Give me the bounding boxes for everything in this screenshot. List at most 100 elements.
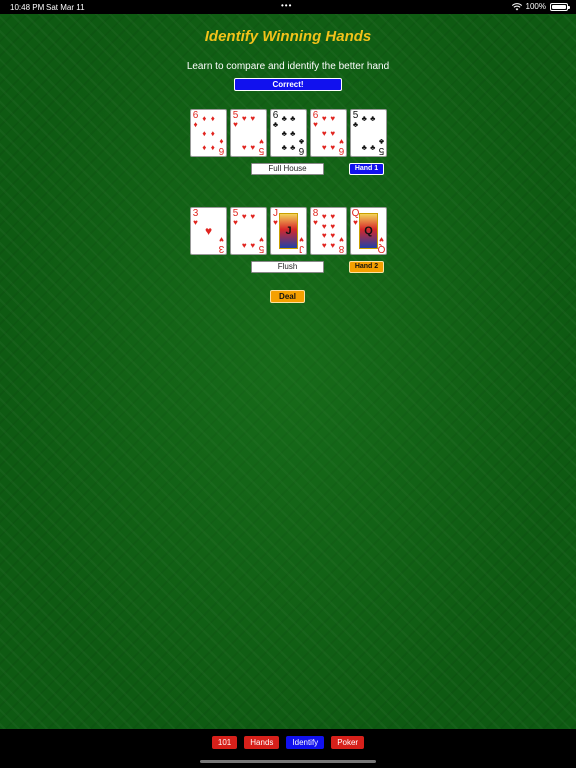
card-pip: ♥ — [241, 114, 247, 123]
hand-1-cards: 6 ♦ 6 ♦ ♦ ♦ ♦ ♦ ♦ ♦ 5 ♥ 5 ♥ ♥ ♥ ♥ ♥ 6 ♣ 6 ♣ ♣ ♣ ♣ ♣ ♣ ♣ 6 ♥ 6 ♥ ♥ ♥ ♥ ♥ ♥ ♥ 5 ♣… — [190, 109, 387, 157]
face-card-art: J — [279, 213, 298, 249]
card-corner: 6 ♦ — [191, 110, 200, 130]
card-suit: ♥ — [219, 235, 224, 244]
card-pip: ♥ — [321, 128, 327, 138]
card-pip: ♥ — [204, 223, 213, 238]
playing-card: 5 ♣ 5 ♣ ♣ ♣ ♣ ♣ — [350, 109, 387, 157]
card-pip: ♥ — [330, 212, 336, 221]
card-rank: 8 — [338, 243, 345, 254]
card-rank: 5 — [258, 243, 265, 254]
card-corner: Q ♥ — [377, 235, 386, 254]
card-pip: ♣ — [361, 114, 367, 123]
hand-2-button[interactable]: Hand 2 — [349, 261, 384, 273]
card-pip: ♣ — [290, 143, 296, 152]
status-bar: 10:48 PM Sat Mar 11 ••• 100% — [0, 0, 576, 14]
card-suit: ♣ — [352, 120, 359, 129]
tab-101[interactable]: 101 — [211, 736, 238, 749]
page-subtitle: Learn to compare and identify the better… — [186, 61, 390, 72]
card-pips: ♦ ♦ ♦ ♦ ♦ ♦ — [200, 114, 217, 152]
playing-card: J ♥ J ♥ J — [270, 207, 307, 255]
card-pips: ♣ ♣ ♣ ♣ — [360, 114, 377, 152]
card-pip: ♥ — [321, 240, 327, 250]
card-rank: J — [299, 243, 304, 254]
deal-button[interactable]: Deal — [270, 290, 305, 303]
card-rank: 8 — [312, 208, 319, 219]
card-rank: 6 — [192, 110, 199, 121]
card-pip: ♣ — [370, 114, 376, 123]
card-suit: ♥ — [233, 120, 238, 129]
status-time: 10:48 PM — [10, 3, 45, 12]
card-rank: 3 — [218, 243, 225, 254]
card-corner: J ♥ — [297, 235, 306, 254]
face-card-art: Q — [359, 213, 378, 249]
status-date: Sat Mar 11 — [46, 3, 85, 12]
status-right: 100% — [511, 2, 570, 11]
card-pip: ♥ — [321, 143, 327, 152]
card-rank: 6 — [338, 145, 345, 156]
card-pip: ♦ — [202, 114, 207, 123]
card-pip: ♦ — [202, 143, 207, 152]
card-pip: ♦ — [210, 114, 215, 123]
card-pip: ♣ — [281, 128, 287, 138]
card-rank: 5 — [258, 145, 265, 156]
card-rank: 6 — [218, 145, 225, 156]
card-corner: 6 ♥ — [337, 137, 346, 156]
face-card-rank: Q — [364, 225, 373, 237]
battery-icon — [550, 2, 570, 11]
card-pip: ♥ — [330, 240, 336, 250]
hand-1-button[interactable]: Hand 1 — [349, 163, 384, 175]
hand-2-cards: 3 ♥ 3 ♥ ♥ 5 ♥ 5 ♥ ♥ ♥ ♥ ♥ J ♥ J ♥ J 8 ♥ 8 ♥ ♥ ♥ ♥ ♥ ♥ ♥ ♥ ♥ Q ♥ Q ♥ Q — [190, 207, 387, 255]
playing-card: 5 ♥ 5 ♥ ♥ ♥ ♥ ♥ — [230, 207, 267, 255]
card-corner: 3 ♥ — [217, 235, 226, 254]
card-suit: ♣ — [272, 120, 279, 129]
card-pip: ♥ — [250, 241, 256, 250]
card-corner: 6 ♣ — [297, 137, 306, 156]
multitasking-dots[interactable]: ••• — [281, 1, 292, 10]
tab-poker[interactable]: Poker — [331, 736, 365, 749]
tab-hands[interactable]: Hands — [244, 736, 280, 749]
card-pip: ♥ — [321, 231, 327, 241]
card-pip: ♣ — [281, 143, 287, 152]
card-suit: ♥ — [259, 235, 264, 244]
card-pip: ♥ — [321, 114, 327, 123]
card-rank: 5 — [352, 110, 359, 121]
card-pip: ♥ — [250, 143, 256, 152]
result-badge: Correct! — [234, 78, 342, 91]
card-suit: ♥ — [339, 137, 344, 146]
page-title: Identify Winning Hands — [204, 28, 372, 45]
playing-card: Q ♥ Q ♥ Q — [350, 207, 387, 255]
card-pips: ♣ ♣ ♣ ♣ ♣ ♣ — [280, 114, 297, 152]
card-pip: ♥ — [241, 241, 247, 250]
card-pip: ♦ — [202, 128, 207, 138]
card-pips: ♥ ♥ ♥ ♥ — [240, 212, 257, 250]
card-pip: ♥ — [330, 128, 336, 138]
card-corner: 3 ♥ — [191, 209, 200, 228]
card-suit: ♥ — [299, 235, 304, 244]
card-corner: 5 ♣ — [377, 137, 386, 156]
card-pip: ♥ — [330, 114, 336, 123]
card-pip: ♣ — [361, 143, 367, 152]
card-suit: ♣ — [378, 137, 385, 146]
card-rank: 5 — [378, 145, 385, 156]
card-pip: ♦ — [210, 143, 215, 152]
card-pips: ♥ ♥ ♥ ♥ ♥ ♥ — [320, 114, 337, 152]
card-corner: 5 ♥ — [231, 209, 240, 228]
card-rank: 5 — [232, 110, 239, 121]
playing-card: 3 ♥ 3 ♥ ♥ — [190, 207, 227, 255]
card-corner: 6 ♣ — [271, 111, 280, 130]
card-pip: ♥ — [321, 212, 327, 221]
card-pip: ♣ — [281, 114, 287, 123]
card-corner: 5 ♥ — [257, 235, 266, 254]
tab-identify[interactable]: Identify — [286, 736, 325, 749]
card-pip: ♥ — [330, 221, 336, 231]
card-corner: 8 ♥ — [337, 235, 346, 254]
home-indicator[interactable] — [200, 760, 376, 763]
card-corner: 5 ♥ — [231, 110, 240, 130]
hand-1-name: Full House — [251, 163, 324, 175]
card-suit: ♥ — [313, 120, 318, 129]
card-pips: ♥ ♥ ♥ ♥ ♥ ♥ ♥ ♥ — [320, 212, 337, 250]
card-pip: ♥ — [241, 143, 247, 152]
battery-percent: 100% — [525, 2, 546, 11]
card-pips: ♥ ♥ ♥ ♥ — [240, 114, 257, 152]
playing-card: 6 ♣ 6 ♣ ♣ ♣ ♣ ♣ ♣ ♣ — [270, 109, 307, 157]
